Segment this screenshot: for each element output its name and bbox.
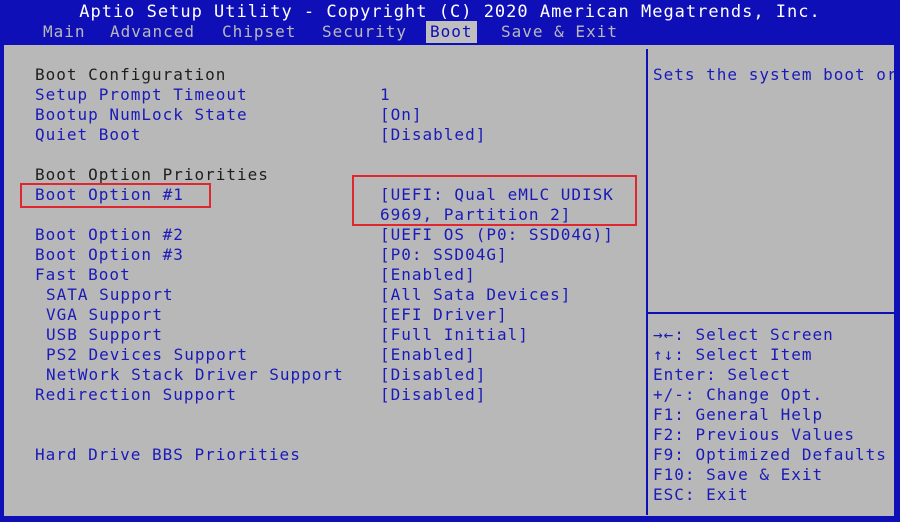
quiet-boot-value[interactable]: [Disabled] [380,125,486,145]
boot-option-3-label[interactable]: Boot Option #3 [35,245,184,265]
boot-option-priorities-heading: Boot Option Priorities [35,165,269,184]
settings-pane: Boot Configuration Setup Prompt Timeout … [6,49,648,515]
vga-support-value[interactable]: [EFI Driver] [380,305,508,325]
key-hint-enter-select: Enter: Select [653,365,792,384]
key-hint-change-opt: +/-: Change Opt. [653,385,824,404]
sata-support-label[interactable]: SATA Support [46,285,174,305]
boot-option-2-value[interactable]: [UEFI OS (P0: SSD04G)] [380,225,614,245]
boot-option-3-value[interactable]: [P0: SSD04G] [380,245,508,265]
key-hint-optimized-defaults: F9: Optimized Defaults [653,445,887,464]
tab-boot[interactable]: Boot [426,21,477,43]
bootup-numlock-state-label[interactable]: Bootup NumLock State [35,105,248,125]
usb-support-value[interactable]: [Full Initial] [380,325,529,345]
menu-tabs: Main Advanced Chipset Security Boot Save… [0,21,900,43]
key-hint-select-screen: →←: Select Screen [653,325,834,344]
network-stack-driver-support-label[interactable]: NetWork Stack Driver Support [46,365,344,385]
help-divider [648,312,894,314]
key-hint-select-item: ↑↓: Select Item [653,345,813,364]
key-hint-exit: ESC: Exit [653,485,749,504]
hard-drive-bbs-priorities-label[interactable]: Hard Drive BBS Priorities [35,445,301,465]
key-hint-general-help: F1: General Help [653,405,824,424]
ps2-devices-support-value[interactable]: [Enabled] [380,345,476,365]
network-stack-driver-support-value[interactable]: [Disabled] [380,365,486,385]
help-pane: Sets the system boot or →←: Select Scree… [648,49,894,515]
tab-advanced[interactable]: Advanced [106,21,199,43]
quiet-boot-label[interactable]: Quiet Boot [35,125,141,145]
tab-security[interactable]: Security [318,21,411,43]
key-hint-save-exit: F10: Save & Exit [653,465,824,484]
setup-panel: Boot Configuration Setup Prompt Timeout … [2,43,896,518]
key-hint-previous-values: F2: Previous Values [653,425,856,444]
redirection-support-value[interactable]: [Disabled] [380,385,486,405]
vga-support-label[interactable]: VGA Support [46,305,163,325]
redirection-support-label[interactable]: Redirection Support [35,385,237,405]
setup-prompt-timeout-label[interactable]: Setup Prompt Timeout [35,85,248,105]
usb-support-label[interactable]: USB Support [46,325,163,345]
fast-boot-value[interactable]: [Enabled] [380,265,476,285]
boot-option-2-label[interactable]: Boot Option #2 [35,225,184,245]
tab-save-exit[interactable]: Save & Exit [497,21,622,43]
ps2-devices-support-label[interactable]: PS2 Devices Support [46,345,248,365]
setup-prompt-timeout-value[interactable]: 1 [380,85,391,105]
boot-configuration-heading: Boot Configuration [35,65,227,84]
tab-main[interactable]: Main [39,21,90,43]
fast-boot-label[interactable]: Fast Boot [35,265,131,285]
help-description: Sets the system boot or [653,65,894,84]
sata-support-value[interactable]: [All Sata Devices] [380,285,571,305]
boot-option-1-highlight [20,183,211,208]
bootup-numlock-state-value[interactable]: [On] [380,105,423,125]
boot-option-1-value-highlight [352,175,637,226]
tab-chipset[interactable]: Chipset [218,21,300,43]
